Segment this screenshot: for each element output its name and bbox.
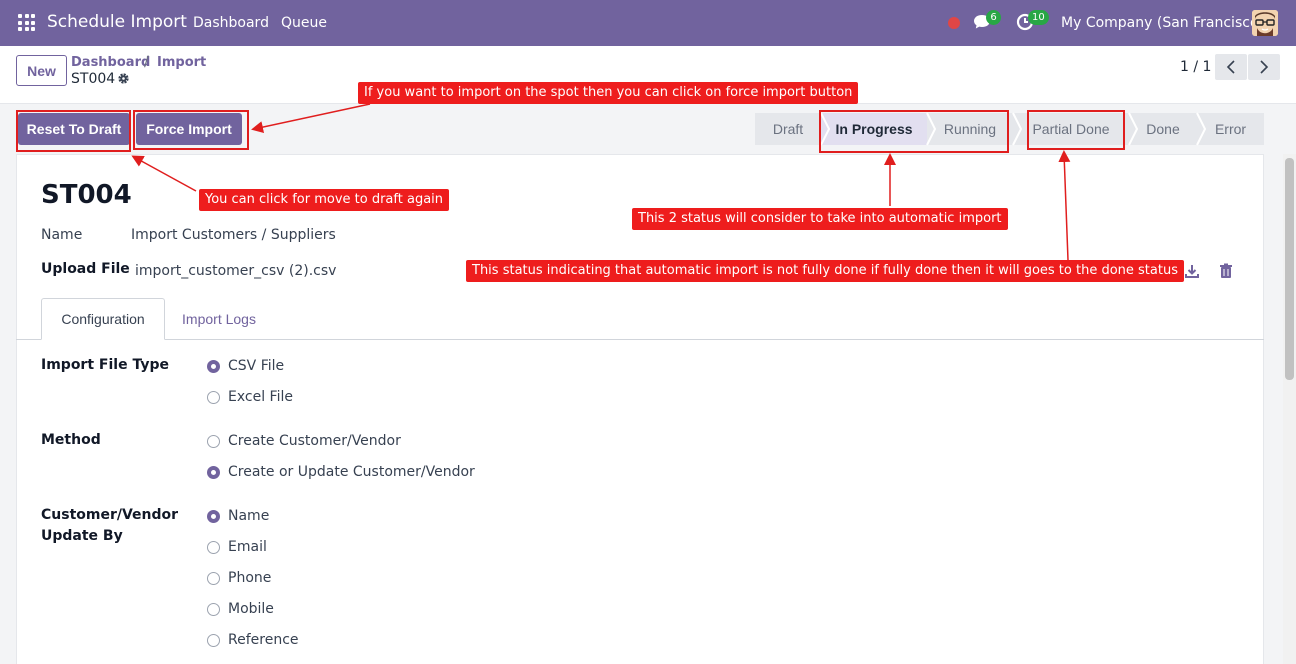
top-navbar: Schedule Import Dashboard Queue 6 10 My … <box>0 0 1296 46</box>
radio-unchecked-icon[interactable] <box>207 390 220 404</box>
activity-badge: 10 <box>1028 10 1049 25</box>
highlight-reset-button <box>16 110 131 152</box>
pager-previous-button[interactable] <box>1215 54 1247 80</box>
trash-icon[interactable] <box>1218 263 1234 279</box>
tab-import-logs[interactable]: Import Logs <box>168 298 270 340</box>
record-title: ST004 <box>41 180 132 210</box>
company-switcher[interactable]: My Company (San Francisco) <box>1061 15 1264 31</box>
radio-label: Email <box>228 539 267 555</box>
radio-checked-icon[interactable] <box>207 509 220 523</box>
apps-grid-icon[interactable] <box>18 14 35 31</box>
radio-label: Phone <box>228 570 272 586</box>
app-title[interactable]: Schedule Import <box>47 12 187 32</box>
nav-queue[interactable]: Queue <box>281 15 327 31</box>
download-icon[interactable] <box>1184 263 1200 279</box>
name-field[interactable]: Import Customers / Suppliers <box>131 227 336 243</box>
chevron-left-icon <box>1226 60 1235 74</box>
radio-label: CSV File <box>228 358 285 374</box>
chat-badge: 6 <box>986 10 1001 25</box>
breadcrumb-separator: / <box>144 54 149 70</box>
radio-csv-file[interactable]: CSV File <box>207 356 284 376</box>
current-record-name: ST004 <box>71 71 116 87</box>
avatar-face-icon <box>1252 10 1278 36</box>
note-reset-draft: You can click for move to draft again <box>199 189 450 211</box>
radio-label: Reference <box>228 632 299 648</box>
breadcrumb-dashboard[interactable]: Dashboard <box>71 55 150 70</box>
import-file-type-label: Import File Type <box>41 357 169 373</box>
tab-configuration[interactable]: Configuration <box>41 298 165 340</box>
radio-update-by-reference[interactable]: Reference <box>207 630 299 650</box>
stage-error[interactable]: Error <box>1197 113 1264 145</box>
scrollbar-thumb[interactable] <box>1285 158 1294 380</box>
highlight-progress-running <box>819 110 1009 153</box>
update-by-label-line1: Customer/Vendor <box>41 507 179 523</box>
radio-checked-icon[interactable] <box>207 359 220 373</box>
radio-create-customer-vendor[interactable]: Create Customer/Vendor <box>207 431 401 451</box>
radio-label: Create or Update Customer/Vendor <box>228 464 475 480</box>
upload-file-name[interactable]: import_customer_csv (2).csv <box>135 263 336 279</box>
radio-checked-icon[interactable] <box>207 465 220 479</box>
upload-file-label: Upload File <box>41 261 130 277</box>
radio-excel-file[interactable]: Excel File <box>207 387 293 407</box>
notebook-tabs: Configuration Import Logs <box>16 298 1264 340</box>
stage-done[interactable]: Done <box>1129 113 1197 145</box>
radio-unchecked-icon[interactable] <box>207 602 220 616</box>
radio-unchecked-icon[interactable] <box>207 540 220 554</box>
radio-unchecked-icon[interactable] <box>207 434 220 448</box>
pager-value[interactable]: 1 / 1 <box>1180 59 1211 75</box>
radio-label: Mobile <box>228 601 274 617</box>
chevron-right-icon <box>1260 60 1269 74</box>
note-two-status: This 2 status will consider to take into… <box>632 208 1008 230</box>
radio-unchecked-icon[interactable] <box>207 633 220 647</box>
breadcrumb-import[interactable]: Import <box>157 55 206 70</box>
radio-label: Name <box>228 508 270 524</box>
note-force-import: If you want to import on the spot then y… <box>358 82 859 104</box>
gear-icon[interactable] <box>117 72 130 85</box>
radio-update-by-email[interactable]: Email <box>207 537 267 557</box>
status-dot-icon[interactable] <box>948 17 960 29</box>
name-label: Name <box>41 227 83 243</box>
radio-update-by-mobile[interactable]: Mobile <box>207 599 274 619</box>
user-avatar[interactable] <box>1252 10 1278 36</box>
new-button[interactable]: New <box>16 55 67 86</box>
radio-update-by-phone[interactable]: Phone <box>207 568 271 588</box>
radio-unchecked-icon[interactable] <box>207 571 220 585</box>
highlight-force-button <box>133 110 249 150</box>
radio-label: Excel File <box>228 389 293 405</box>
pager-next-button[interactable] <box>1248 54 1280 80</box>
stage-draft[interactable]: Draft <box>755 113 821 145</box>
highlight-partial-done <box>1027 110 1125 150</box>
radio-create-or-update[interactable]: Create or Update Customer/Vendor <box>207 462 475 482</box>
radio-update-by-name[interactable]: Name <box>207 506 269 526</box>
nav-dashboard[interactable]: Dashboard <box>193 15 269 31</box>
note-partial-done: This status indicating that automatic im… <box>466 260 1184 282</box>
radio-label: Create Customer/Vendor <box>228 433 401 449</box>
method-label: Method <box>41 432 101 448</box>
update-by-label-line2: Update By <box>41 528 123 544</box>
